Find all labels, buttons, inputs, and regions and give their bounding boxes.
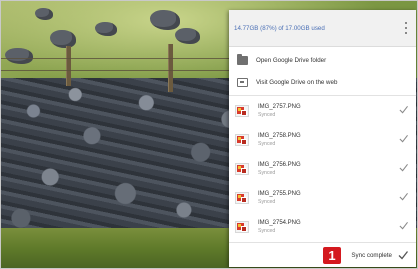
checkmark-icon xyxy=(399,164,408,172)
file-name: IMG_2758.PNG xyxy=(258,132,301,139)
file-name: IMG_2756.PNG xyxy=(258,161,301,168)
file-status: Synced xyxy=(258,227,276,234)
checkmark-icon xyxy=(399,193,408,201)
checkmark-icon xyxy=(399,222,408,230)
file-row[interactable]: IMG_2758.PNG Synced xyxy=(229,125,416,154)
checkmark-icon xyxy=(399,135,408,143)
google-drive-popup: 14.77GB (87%) of 17.00GB used Open Googl… xyxy=(229,10,416,267)
fence-wire xyxy=(0,70,229,71)
image-file-icon xyxy=(235,220,249,233)
menu-item-label: Visit Google Drive on the web xyxy=(256,78,338,86)
vertical-ellipsis-icon[interactable] xyxy=(402,22,410,34)
background-rock xyxy=(50,30,76,48)
background-rock xyxy=(5,48,33,64)
checkmark-icon xyxy=(399,106,408,114)
fence-post xyxy=(168,44,173,92)
background-rock xyxy=(175,28,200,44)
file-row[interactable]: IMG_2757.PNG Synced xyxy=(229,96,416,125)
background-rock xyxy=(95,22,117,36)
file-status: Synced xyxy=(258,169,276,176)
background-rock xyxy=(35,8,53,20)
file-row[interactable]: IMG_2754.PNG Synced xyxy=(229,212,416,241)
file-name: IMG_2754.PNG xyxy=(258,219,301,226)
file-status: Synced xyxy=(258,198,276,205)
visit-drive-web-item[interactable]: Visit Google Drive on the web xyxy=(229,71,416,93)
fence-post xyxy=(66,46,71,86)
file-name: IMG_2757.PNG xyxy=(258,103,301,110)
sync-status-text: Sync complete xyxy=(351,251,392,259)
image-file-icon xyxy=(235,104,249,117)
file-status: Synced xyxy=(258,111,276,118)
checkmark-icon xyxy=(398,251,408,260)
image-file-icon xyxy=(235,191,249,204)
drive-icon xyxy=(237,77,248,87)
menu-item-label: Open Google Drive folder xyxy=(256,56,327,64)
callout-number-badge: 1 xyxy=(323,247,341,264)
image-file-icon xyxy=(235,133,249,146)
recent-files-list: IMG_2757.PNG Synced IMG_2758.PNG Synced … xyxy=(229,96,416,241)
fence-wire xyxy=(0,58,229,59)
file-name: IMG_2755.PNG xyxy=(258,190,301,197)
file-row[interactable]: IMG_2756.PNG Synced xyxy=(229,154,416,183)
file-status: Synced xyxy=(258,140,276,147)
popup-header: 14.77GB (87%) of 17.00GB used xyxy=(229,10,416,47)
image-file-icon xyxy=(235,162,249,175)
folder-icon xyxy=(237,53,248,65)
storage-usage-text: 14.77GB (87%) of 17.00GB used xyxy=(234,24,325,32)
file-row[interactable]: IMG_2755.PNG Synced xyxy=(229,183,416,212)
open-drive-folder-item[interactable]: Open Google Drive folder xyxy=(229,49,416,71)
